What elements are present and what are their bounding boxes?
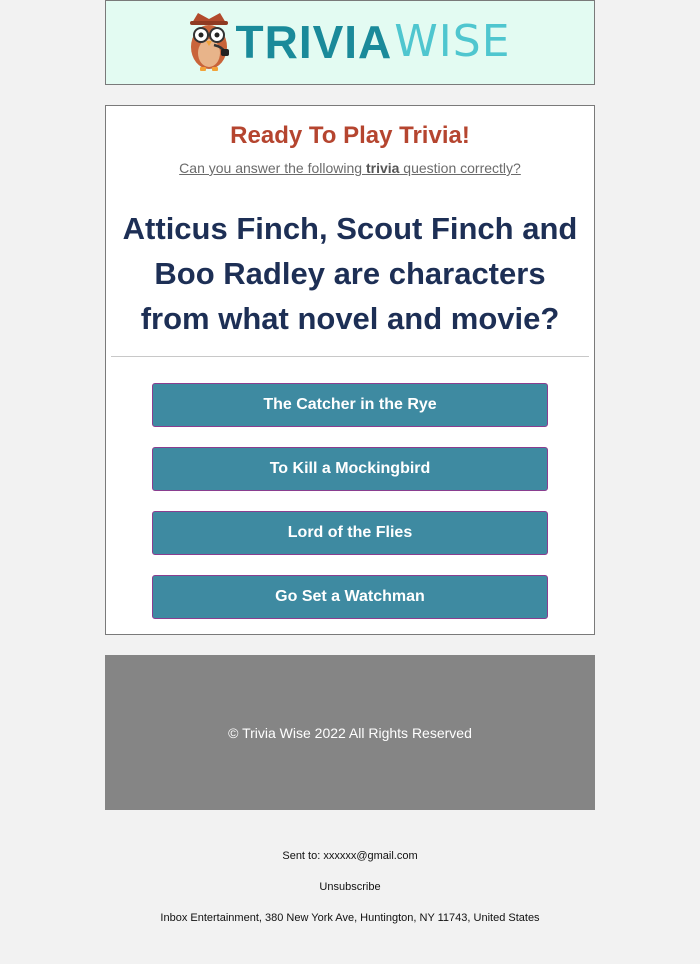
- unsubscribe-link[interactable]: Unsubscribe: [0, 881, 700, 893]
- answer-button[interactable]: To Kill a Mockingbird: [152, 447, 548, 491]
- trivia-wise-logo[interactable]: TRIVIA WISE: [184, 11, 511, 73]
- owl-mascot-icon: [189, 12, 229, 71]
- divider: [111, 356, 589, 357]
- answer-button[interactable]: The Catcher in the Rye: [152, 383, 548, 427]
- sender-address: Inbox Entertainment, 380 New York Ave, H…: [160, 912, 540, 924]
- answer-button[interactable]: Lord of the Flies: [152, 511, 548, 555]
- trivia-card: Ready To Play Trivia! Can you answer the…: [105, 105, 595, 635]
- logo-wise-text: WISE: [394, 15, 511, 67]
- copyright-text: © Trivia Wise 2022 All Rights Reserved: [228, 724, 472, 741]
- subtitle-bold: trivia: [365, 160, 400, 176]
- trivia-question: Atticus Finch, Scout Finch and Boo Radle…: [122, 211, 578, 336]
- sent-to-text: Sent to: xxxxxx@gmail.com: [282, 850, 418, 862]
- email-footer: © Trivia Wise 2022 All Rights Reserved: [105, 655, 595, 810]
- card-title: Ready To Play Trivia!: [230, 122, 470, 149]
- answer-list: The Catcher in the Rye To Kill a Mocking…: [152, 383, 548, 639]
- answer-button[interactable]: Go Set a Watchman: [152, 575, 548, 619]
- logo-trivia-text: TRIVIA: [235, 15, 393, 68]
- subtitle-after: question correctly?: [399, 160, 521, 176]
- email-header: TRIVIA WISE: [105, 0, 595, 85]
- subtitle-before: Can you answer the following: [179, 160, 366, 176]
- card-subtitle-link[interactable]: Can you answer the following trivia ques…: [106, 160, 594, 176]
